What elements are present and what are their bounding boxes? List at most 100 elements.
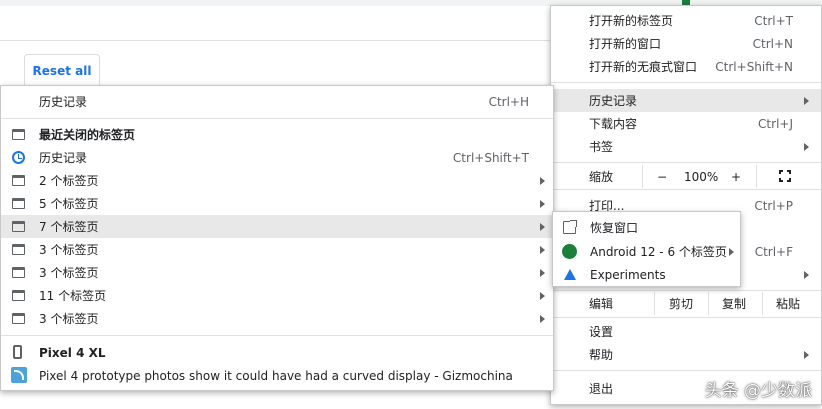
tab-group-submenu: 恢复窗口 Android 12 - 6 个标签页 Experiments xyxy=(552,211,741,287)
shortcut-text: Ctrl+F xyxy=(754,244,793,259)
tab-icon xyxy=(12,244,25,255)
shortcut-text: Ctrl+H xyxy=(488,94,529,109)
history-header-item[interactable]: 历史记录 Ctrl+H xyxy=(1,90,553,113)
history-item-tab-group[interactable]: 3 个标签页 xyxy=(1,238,553,261)
history-item-tab-group[interactable]: 3 个标签页 xyxy=(1,261,553,284)
chevron-right-icon xyxy=(540,292,545,300)
section-title: 最近关闭的标签页 xyxy=(39,128,136,142)
recently-closed-title: 最近关闭的标签页 xyxy=(1,123,553,146)
menu-item-settings[interactable]: 设置 xyxy=(551,320,821,343)
menu-item-label: 历史记录 xyxy=(589,94,638,108)
shortcut-text: Ctrl+Shift+N xyxy=(715,59,793,74)
zoom-in-button[interactable]: + xyxy=(731,170,741,184)
tab-icon xyxy=(12,129,25,140)
menu-item-label: 2 个标签页 xyxy=(39,174,99,188)
history-item-tab-group[interactable]: 5 个标签页 xyxy=(1,192,553,215)
experiments-item[interactable]: Experiments xyxy=(553,263,740,286)
menu-item-label: 3 个标签页 xyxy=(39,243,99,257)
menu-item-label: 历史记录 xyxy=(39,151,88,165)
menu-item-new-tab[interactable]: 打开新的标签页 Ctrl+T xyxy=(551,9,821,32)
shortcut-text: Ctrl+N xyxy=(752,36,793,51)
history-item-tab-group[interactable]: 11 个标签页 xyxy=(1,284,553,307)
phone-icon xyxy=(13,345,22,359)
fullscreen-icon[interactable] xyxy=(779,170,791,182)
menu-item-label: 历史记录 xyxy=(39,95,88,109)
menu-item-label: 书签 xyxy=(589,140,614,154)
zoom-row: 缩放 − 100% + xyxy=(551,165,821,188)
green-dot-icon xyxy=(562,244,577,259)
chevron-right-icon xyxy=(804,97,809,105)
edit-label: 编辑 xyxy=(589,297,614,311)
chevron-right-icon xyxy=(804,143,809,151)
main-menu: 打开新的标签页 Ctrl+T 打开新的窗口 Ctrl+N 打开新的无痕式窗口 C… xyxy=(550,5,822,405)
menu-separator xyxy=(551,162,821,163)
open-in-new-icon xyxy=(563,220,577,234)
cut-button[interactable]: 剪切 xyxy=(669,295,693,312)
menu-item-new-window[interactable]: 打开新的窗口 Ctrl+N xyxy=(551,32,821,55)
menu-item-label: Experiments xyxy=(590,267,666,282)
zoom-label: 缩放 xyxy=(589,170,614,184)
menu-item-bookmarks[interactable]: 书签 xyxy=(551,135,821,158)
menu-item-label: 帮助 xyxy=(589,348,614,362)
menu-item-label: 11 个标签页 xyxy=(39,289,107,303)
chevron-right-icon xyxy=(540,177,545,185)
menu-separator xyxy=(1,118,553,119)
zoom-out-button[interactable]: − xyxy=(657,170,667,184)
history-submenu: 历史记录 Ctrl+H 最近关闭的标签页 历史记录 Ctrl+Shift+T 2… xyxy=(0,85,554,391)
device-name: Pixel 4 XL xyxy=(39,345,106,360)
tab-icon xyxy=(12,290,25,301)
tab-icon xyxy=(12,198,25,209)
zoom-level: 100% xyxy=(684,169,719,184)
menu-separator xyxy=(551,189,821,190)
history-item-tab-group-selected[interactable]: 7 个标签页 xyxy=(1,215,553,238)
menu-separator xyxy=(551,317,821,318)
paste-button[interactable]: 粘贴 xyxy=(776,295,800,312)
menu-separator xyxy=(551,82,821,83)
history-clock-icon xyxy=(12,151,25,164)
menu-item-downloads[interactable]: 下载内容 Ctrl+J xyxy=(551,112,821,135)
reset-all-button[interactable]: Reset all xyxy=(24,54,100,86)
menu-separator xyxy=(1,335,553,336)
chevron-right-icon xyxy=(540,315,545,323)
menu-item-label: 7 个标签页 xyxy=(39,220,99,234)
menu-item-label: 下载内容 xyxy=(589,117,638,131)
chevron-right-icon xyxy=(804,351,809,359)
flask-icon xyxy=(564,269,576,280)
shortcut-text: Ctrl+T xyxy=(754,13,793,28)
menu-item-label: 退出 xyxy=(589,382,614,396)
site-favicon-icon xyxy=(11,367,27,383)
menu-item-history[interactable]: 历史记录 xyxy=(551,89,821,112)
menu-item-label: 打开新的窗口 xyxy=(589,37,662,51)
tab-icon xyxy=(12,175,25,186)
menu-item-label: Android 12 - 6 个标签页 xyxy=(590,245,727,259)
menu-item-help[interactable]: 帮助 xyxy=(551,343,821,366)
chevron-right-icon xyxy=(540,269,545,277)
shortcut-text: Ctrl+J xyxy=(758,116,793,131)
watermark-text: 头条 @少数派 xyxy=(704,381,812,401)
menu-item-label: 设置 xyxy=(589,325,614,339)
chevron-right-icon xyxy=(540,246,545,254)
restore-window-item[interactable]: 恢复窗口 xyxy=(553,216,740,239)
device-title: Pixel 4 XL xyxy=(1,341,553,364)
menu-item-label: 5 个标签页 xyxy=(39,197,99,211)
menu-separator xyxy=(551,290,821,291)
menu-item-label: 打开新的无痕式窗口 xyxy=(589,60,698,74)
device-tab-item[interactable]: Pixel 4 prototype photos show it could h… xyxy=(1,364,553,387)
chevron-right-icon xyxy=(540,200,545,208)
chevron-right-icon xyxy=(540,223,545,231)
tab-icon xyxy=(12,313,25,324)
edit-row: 编辑 剪切 复制 粘贴 xyxy=(551,292,821,315)
history-item-full-history[interactable]: 历史记录 Ctrl+Shift+T xyxy=(1,146,553,169)
tab-icon xyxy=(12,267,25,278)
history-item-tab-group[interactable]: 2 个标签页 xyxy=(1,169,553,192)
copy-button[interactable]: 复制 xyxy=(722,295,746,312)
menu-item-label: 3 个标签页 xyxy=(39,266,99,280)
tab-group-item-android-12[interactable]: Android 12 - 6 个标签页 xyxy=(553,240,740,263)
menu-item-incognito-window[interactable]: 打开新的无痕式窗口 Ctrl+Shift+N xyxy=(551,55,821,78)
menu-separator xyxy=(551,370,821,371)
history-item-tab-group[interactable]: 3 个标签页 xyxy=(1,307,553,330)
menu-item-label: 打开新的标签页 xyxy=(589,14,674,28)
chevron-right-icon xyxy=(729,248,734,256)
menu-item-label: 恢复窗口 xyxy=(590,221,639,235)
chevron-right-icon xyxy=(804,271,809,279)
